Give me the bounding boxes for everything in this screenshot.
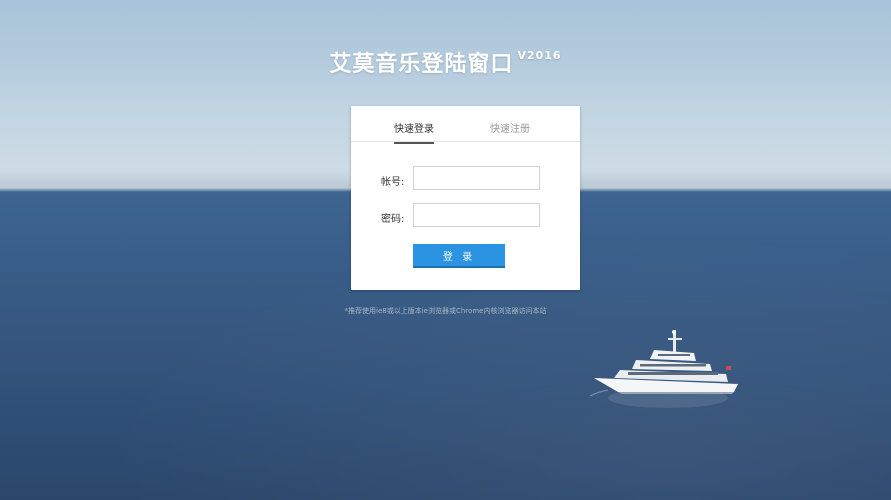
yacht-image bbox=[589, 330, 738, 408]
username-row: 帐号: bbox=[351, 166, 580, 192]
title-text: 艾莫音乐登陆窗口 bbox=[329, 52, 514, 77]
version-badge: V2016 bbox=[517, 48, 562, 62]
page-title: 艾莫音乐登陆窗口 V2016 bbox=[0, 46, 891, 78]
login-panel: 快速登录 快速注册 帐号: 密码: 登 录 bbox=[351, 106, 580, 290]
login-button[interactable]: 登 录 bbox=[413, 244, 505, 268]
browser-hint: *推荐使用ie8或以上版本ie浏览器或Chrome内核浏览器访问本站 bbox=[344, 307, 547, 315]
login-tabs: 快速登录 快速注册 bbox=[351, 106, 580, 144]
username-label: 帐号: bbox=[381, 177, 405, 188]
password-row: 密码: bbox=[351, 203, 580, 229]
password-label: 密码: bbox=[381, 214, 405, 225]
tab-quick-login[interactable]: 快速登录 bbox=[394, 120, 434, 144]
tab-quick-register[interactable]: 快速注册 bbox=[490, 120, 530, 135]
username-input[interactable] bbox=[413, 166, 540, 190]
password-input[interactable] bbox=[413, 203, 540, 227]
